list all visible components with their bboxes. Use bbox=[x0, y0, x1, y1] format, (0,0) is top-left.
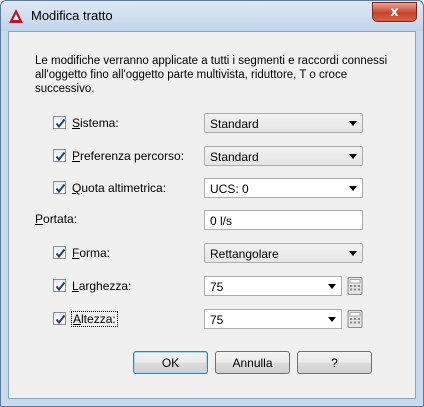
larghezza-combo[interactable]: 75 bbox=[204, 276, 342, 296]
altezza-checkbox[interactable] bbox=[53, 312, 66, 325]
chevron-down-icon bbox=[328, 317, 336, 322]
forma-checkbox[interactable] bbox=[53, 246, 66, 259]
help-button[interactable]: ? bbox=[297, 351, 372, 374]
quota-checkbox[interactable] bbox=[53, 181, 66, 194]
portata-value: 0 l/s bbox=[210, 214, 233, 228]
window-title: Modifica tratto bbox=[31, 8, 113, 23]
portata-input[interactable]: 0 l/s bbox=[204, 210, 363, 230]
quota-value: UCS: 0 bbox=[210, 182, 249, 196]
forma-label: Forma: bbox=[72, 246, 111, 260]
sistema-label: Sistema: bbox=[72, 116, 119, 130]
chevron-down-icon bbox=[328, 284, 336, 289]
sistema-value: Standard bbox=[210, 117, 259, 131]
chevron-down-icon bbox=[349, 154, 357, 159]
preferenza-checkbox[interactable] bbox=[53, 149, 66, 162]
sistema-dropdown[interactable]: Standard bbox=[204, 113, 363, 133]
quota-combo[interactable]: UCS: 0 bbox=[204, 178, 363, 198]
calculator-icon[interactable] bbox=[347, 310, 363, 328]
checkmark-icon bbox=[55, 118, 66, 129]
preferenza-value: Standard bbox=[210, 150, 259, 164]
forma-value: Rettangolare bbox=[210, 247, 279, 261]
portata-label: Portata: bbox=[35, 212, 78, 226]
preferenza-dropdown[interactable]: Standard bbox=[204, 146, 363, 166]
larghezza-checkbox[interactable] bbox=[53, 279, 66, 292]
dialog-window: Modifica tratto x Le modifiche verranno … bbox=[0, 0, 424, 407]
checkmark-icon bbox=[55, 314, 66, 325]
close-icon: x bbox=[390, 4, 399, 20]
checkmark-icon bbox=[55, 151, 66, 162]
autocad-logo-icon bbox=[9, 9, 23, 23]
larghezza-label: Larghezza: bbox=[72, 279, 132, 293]
chevron-down-icon bbox=[349, 186, 357, 191]
altezza-combo[interactable]: 75 bbox=[204, 309, 342, 329]
description-text: Le modifiche verranno applicate a tutti … bbox=[35, 55, 388, 95]
chevron-down-icon bbox=[349, 121, 357, 126]
altezza-label: Altezza: bbox=[71, 311, 118, 327]
close-button[interactable]: x bbox=[372, 2, 417, 22]
dialog-client-area: Le modifiche verranno applicate a tutti … bbox=[8, 31, 416, 399]
sistema-checkbox[interactable] bbox=[53, 116, 66, 129]
checkmark-icon bbox=[55, 281, 66, 292]
preferenza-label: Preferenza percorso: bbox=[72, 149, 185, 163]
forma-dropdown[interactable]: Rettangolare bbox=[204, 243, 363, 263]
larghezza-value: 75 bbox=[210, 280, 224, 294]
quota-label: Quota altimetrica: bbox=[72, 181, 167, 195]
ok-button[interactable]: OK bbox=[133, 351, 208, 374]
altezza-value: 75 bbox=[210, 313, 224, 327]
cancel-button[interactable]: Annulla bbox=[215, 351, 290, 374]
title-bar[interactable]: Modifica tratto x bbox=[1, 1, 423, 31]
calculator-icon[interactable] bbox=[347, 277, 363, 295]
checkmark-icon bbox=[55, 248, 66, 259]
checkmark-icon bbox=[55, 183, 66, 194]
chevron-down-icon bbox=[349, 251, 357, 256]
